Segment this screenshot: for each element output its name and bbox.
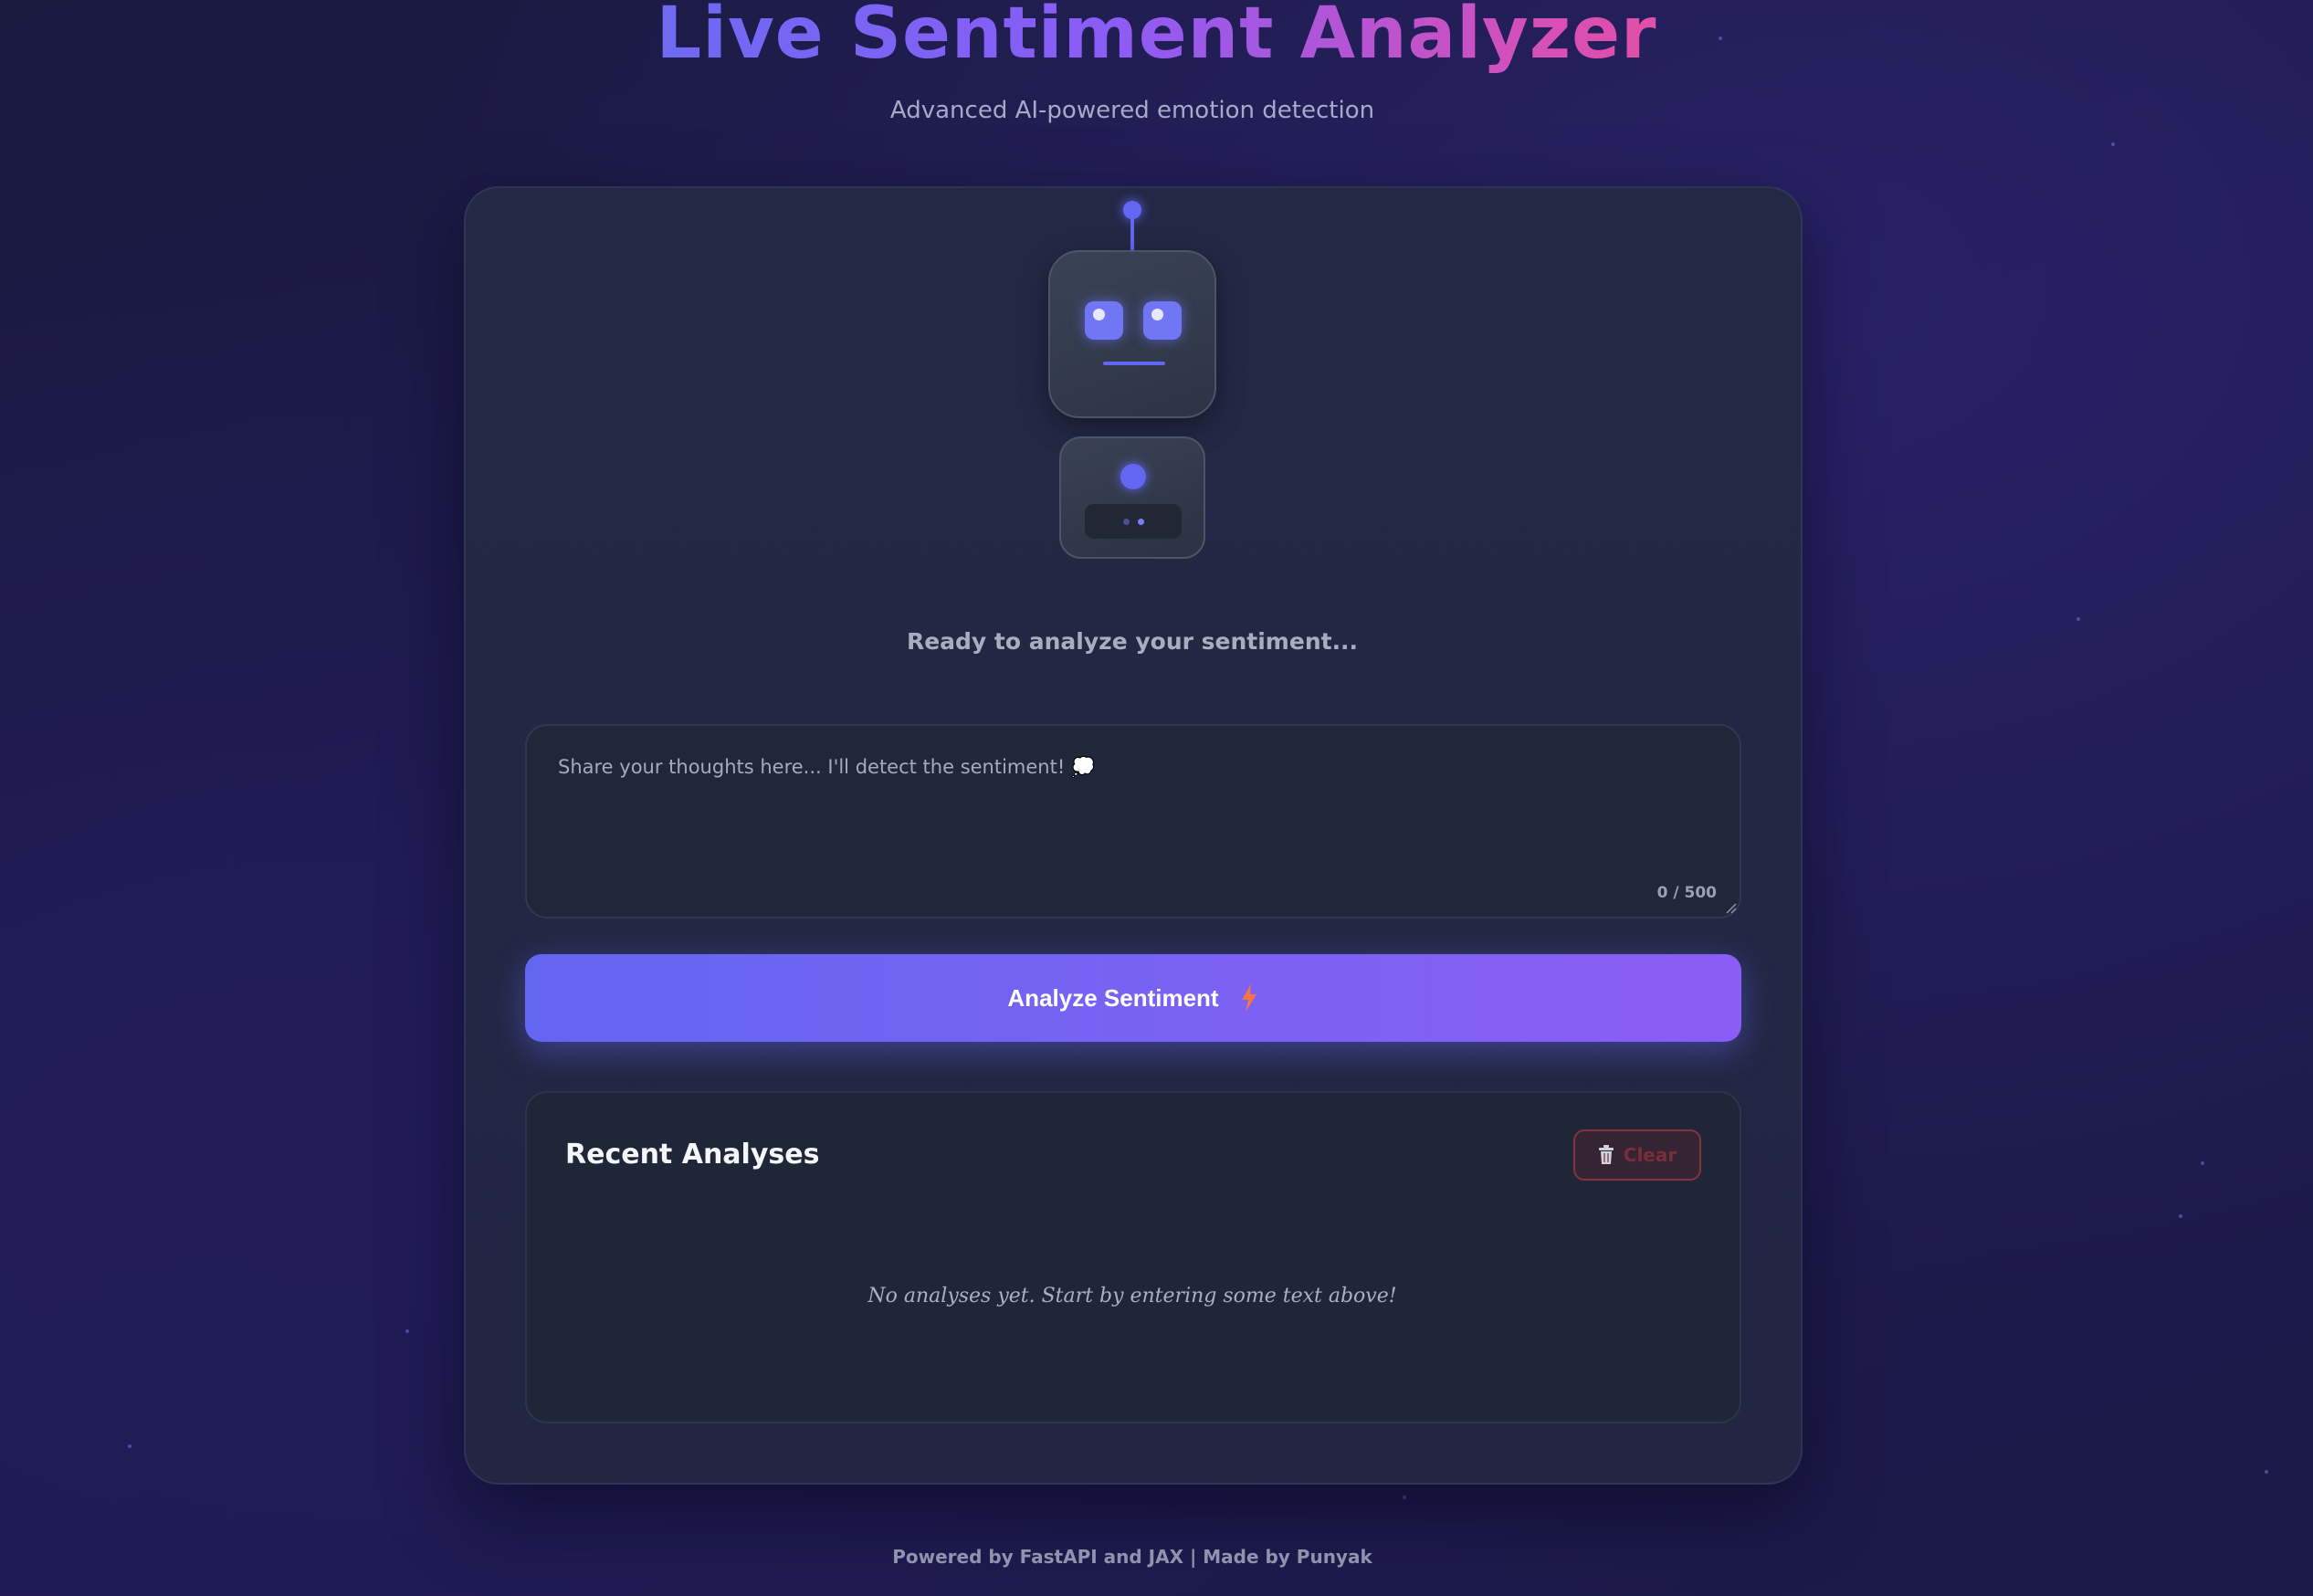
page-title: Live Sentiment Analyzer <box>657 0 1657 73</box>
footer-credits: Powered by FastAPI and JAX | Made by Pun… <box>892 1546 1372 1568</box>
robot-core-light <box>1120 464 1146 489</box>
clear-history-button[interactable]: Clear <box>1573 1129 1701 1181</box>
background-star <box>405 1329 409 1333</box>
robot-head <box>1048 250 1216 418</box>
status-message: Ready to analyze your sentiment... <box>906 628 1359 655</box>
robot-body <box>1059 436 1205 559</box>
resize-handle-icon[interactable] <box>1726 903 1737 914</box>
background-star <box>2076 617 2080 621</box>
background-star <box>1719 37 1722 40</box>
robot-antenna <box>1130 215 1134 250</box>
robot-right-pupil <box>1151 309 1163 320</box>
robot-mouth <box>1103 362 1165 365</box>
trash-icon <box>1598 1145 1614 1164</box>
background-star <box>128 1444 131 1448</box>
background-star <box>2179 1214 2182 1218</box>
robot-chest-panel <box>1085 504 1182 539</box>
robot-left-eye <box>1085 301 1123 340</box>
background-star <box>1403 1496 1406 1499</box>
character-counter: 0 / 500 <box>1656 884 1717 902</box>
robot-right-eye <box>1143 301 1182 340</box>
page-subtitle: Advanced AI-powered emotion detection <box>889 97 1375 124</box>
analyze-sentiment-button[interactable]: Analyze Sentiment <box>525 954 1741 1042</box>
background-star <box>2265 1470 2268 1474</box>
sentiment-text-input[interactable] <box>525 724 1741 919</box>
background-star <box>2201 1161 2204 1165</box>
recent-analyses-panel: Recent Analyses Clear No analyses yet. S… <box>525 1091 1741 1423</box>
recent-analyses-heading: Recent Analyses <box>565 1139 820 1171</box>
lightning-bolt-icon <box>1241 984 1256 1012</box>
clear-button-label: Clear <box>1623 1144 1677 1166</box>
background-star <box>2111 142 2115 146</box>
robot-left-pupil <box>1093 309 1105 320</box>
robot-led-indicator <box>1138 519 1144 525</box>
robot-led-indicator <box>1123 519 1130 525</box>
empty-history-message: No analyses yet. Start by entering some … <box>867 1285 1397 1307</box>
analyze-button-label: Analyze Sentiment <box>1007 983 1219 1012</box>
